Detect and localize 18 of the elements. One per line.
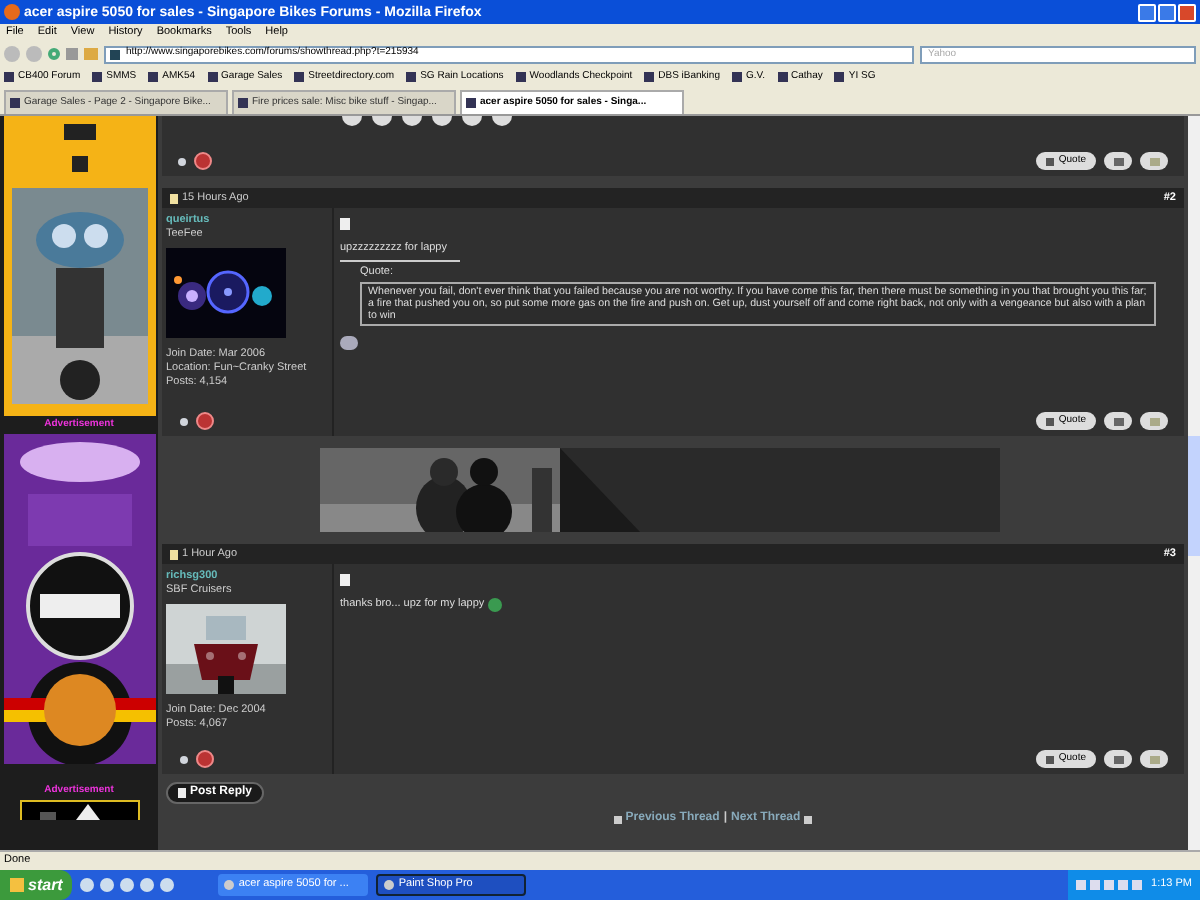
- minimize-button[interactable]: [1138, 3, 1156, 21]
- maximize-button[interactable]: [1158, 3, 1176, 21]
- document-icon: [178, 788, 186, 798]
- post-icon: [170, 549, 178, 559]
- multiquote-button[interactable]: [1104, 750, 1132, 768]
- quick-reply-button[interactable]: [1140, 750, 1168, 768]
- forward-icon: [26, 46, 42, 62]
- scrollbar[interactable]: [1188, 116, 1200, 850]
- back-icon: [4, 46, 20, 62]
- quick-reply-button[interactable]: [1140, 152, 1168, 170]
- start-button[interactable]: start: [0, 870, 73, 900]
- post-icon: [340, 218, 350, 230]
- quick-reply-button[interactable]: [1140, 412, 1168, 430]
- multiquote-button[interactable]: [1104, 412, 1132, 430]
- post-icon: [340, 574, 350, 586]
- close-button[interactable]: [1178, 3, 1196, 21]
- post-icon: [170, 193, 178, 203]
- multiquote-button[interactable]: [1104, 152, 1132, 170]
